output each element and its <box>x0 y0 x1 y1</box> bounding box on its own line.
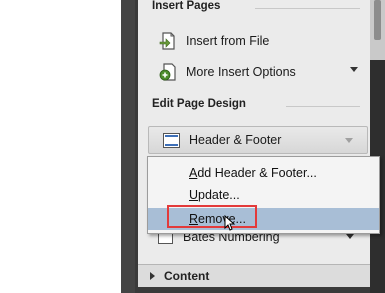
accelerator-key: U <box>189 188 199 202</box>
menu-item-add-text: dd Header & Footer... <box>197 166 317 180</box>
content-section-label: Content <box>164 269 210 283</box>
section-edit-page-design: Edit Page Design <box>152 98 246 110</box>
chevron-down-icon <box>346 234 354 239</box>
more-insert-options-label: More Insert Options <box>186 65 296 79</box>
insert-file-icon <box>158 31 178 51</box>
content-section-toggle[interactable]: Content <box>138 264 370 287</box>
mouse-cursor-icon <box>224 215 236 231</box>
header-footer-icon <box>163 132 180 148</box>
header-footer-label: Header & Footer <box>189 133 282 147</box>
section-divider <box>286 106 360 107</box>
highlight-annotation-box <box>167 205 257 228</box>
chevron-right-icon <box>150 272 155 280</box>
chevron-down-icon <box>345 138 353 143</box>
menu-item-update-text: pdate... <box>198 188 240 202</box>
document-scrollbar[interactable] <box>121 0 135 293</box>
insert-from-file-label: Insert from File <box>186 34 270 48</box>
menu-item-update[interactable]: Update... <box>148 184 379 206</box>
menu-item-add-label: Add Header & Footer... <box>189 166 317 180</box>
more-insert-icon <box>158 62 178 82</box>
document-area <box>0 0 121 293</box>
section-insert-pages: Insert Pages <box>152 0 221 12</box>
more-insert-options-item[interactable]: More Insert Options <box>158 59 296 85</box>
insert-from-file-item[interactable]: Insert from File <box>158 28 269 54</box>
panel-scrollbar-thumb[interactable] <box>374 0 381 40</box>
section-divider <box>255 8 360 9</box>
menu-item-update-label: Update... <box>189 188 240 202</box>
menu-item-add-header-footer[interactable]: Add Header & Footer... <box>148 162 379 184</box>
header-footer-button[interactable]: Header & Footer <box>148 126 368 154</box>
panel-scrollbar[interactable] <box>370 0 385 293</box>
